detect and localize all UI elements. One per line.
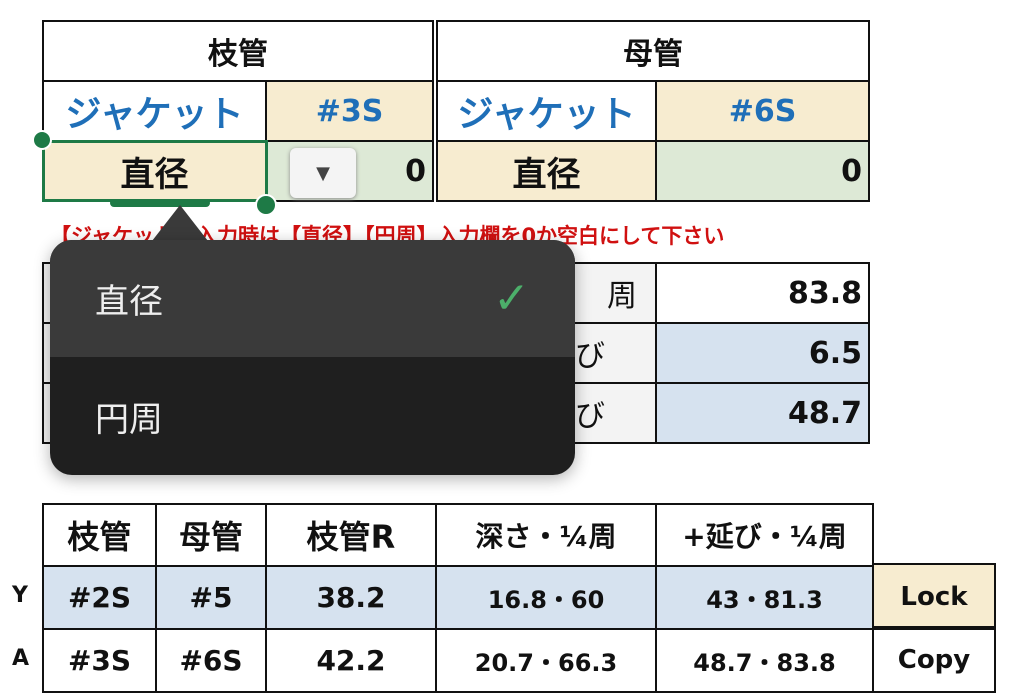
mid-value: 83.8	[655, 262, 870, 324]
column-header: 母管	[155, 503, 267, 567]
row-label: A	[12, 646, 30, 671]
selection-handle[interactable]	[32, 130, 52, 150]
main-size-cell[interactable]: #6S	[655, 80, 870, 142]
column-header: +延び・¼周	[655, 503, 874, 567]
table-cell: 43・81.3	[655, 565, 874, 630]
table-cell: 48.7・83.8	[655, 628, 874, 693]
row-label: Y	[12, 583, 28, 608]
dropdown-menu: 直径 ✓ 円周	[50, 240, 575, 475]
selection-handle[interactable]	[255, 194, 277, 216]
checkmark-icon: ✓	[493, 273, 530, 324]
mid-value: 48.7	[655, 382, 870, 444]
table-cell: 16.8・60	[435, 565, 657, 630]
table-cell: 42.2	[265, 628, 437, 693]
main-header: 母管	[436, 20, 870, 82]
cell-selection	[42, 140, 268, 202]
main-diameter-select[interactable]: 直径	[436, 140, 657, 202]
table-cell: 38.2	[265, 565, 437, 630]
menu-item-circumference[interactable]: 円周	[50, 357, 575, 475]
popover-arrow	[152, 205, 208, 241]
table-cell: #5	[155, 565, 267, 630]
dropdown-arrow-button[interactable]: ▼	[290, 148, 356, 198]
column-header: 枝管	[42, 503, 157, 567]
main-jacket-label: ジャケット	[436, 80, 657, 142]
branch-size-cell[interactable]: #3S	[265, 80, 434, 142]
table-cell: #6S	[155, 628, 267, 693]
branch-header: 枝管	[42, 20, 434, 82]
column-header: 深さ・¼周	[435, 503, 657, 567]
table-cell: #2S	[42, 565, 157, 630]
branch-jacket-label: ジャケット	[42, 80, 267, 142]
table-cell: #3S	[42, 628, 157, 693]
menu-item-label: 直径	[95, 282, 163, 322]
menu-item-diameter[interactable]: 直径 ✓	[50, 240, 575, 357]
lock-button[interactable]: Lock	[872, 563, 996, 630]
menu-item-label: 円周	[95, 399, 163, 440]
mid-value: 6.5	[655, 322, 870, 384]
column-header: 枝管R	[265, 503, 437, 567]
main-value-cell[interactable]: 0	[655, 140, 870, 202]
table-cell: 20.7・66.3	[435, 628, 657, 693]
